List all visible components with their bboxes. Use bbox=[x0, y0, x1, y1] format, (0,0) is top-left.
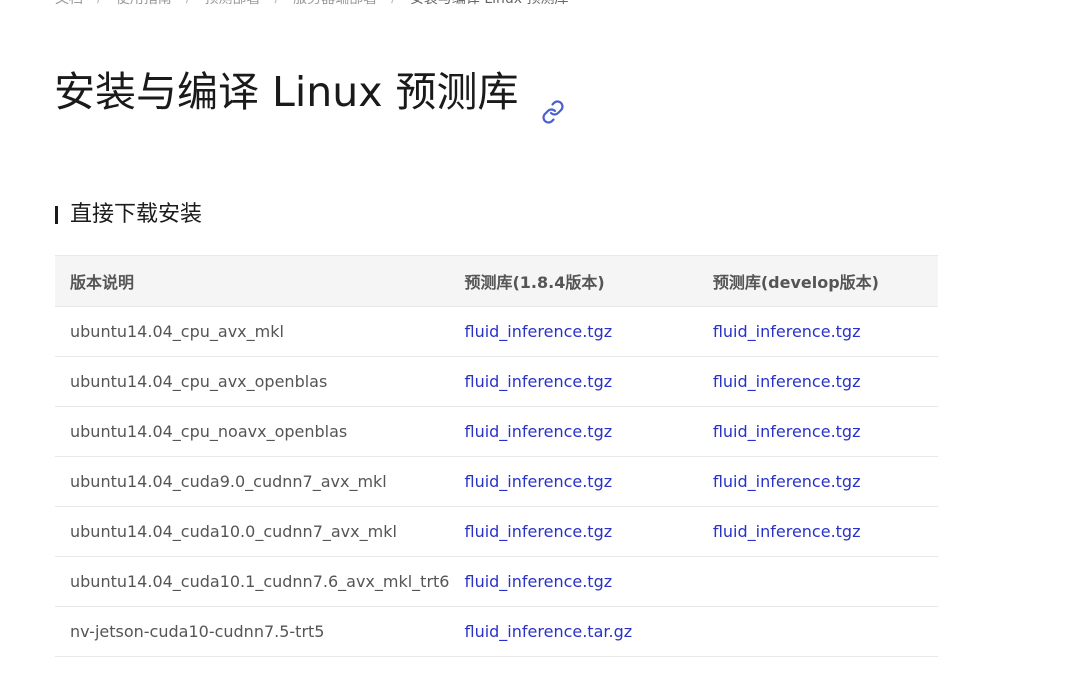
develop-download-link[interactable]: fluid_inference.tgz bbox=[713, 522, 861, 541]
stable-download-cell: fluid_inference.tgz bbox=[449, 406, 698, 457]
breadcrumb-item-guide[interactable]: 使用指南 bbox=[116, 0, 172, 8]
doc-page: 文档 / 使用指南 / 预测部署 / 服务器端部署 / 安装与编译 Linux … bbox=[0, 0, 1084, 691]
table-row: ubuntu14.04_cuda10.1_cudnn7.6_avx_mkl_tr… bbox=[55, 556, 938, 607]
column-header-develop: 预测库(develop版本) bbox=[697, 255, 938, 307]
page-title: 安装与编译 Linux 预测库 bbox=[54, 62, 565, 124]
stable-download-cell: fluid_inference.tgz bbox=[449, 506, 698, 557]
breadcrumb-item-inference-deploy[interactable]: 预测部署 bbox=[204, 0, 260, 8]
version-cell: ubuntu14.04_cuda10.1_cudnn7.6_avx_mkl_tr… bbox=[55, 556, 450, 607]
develop-download-cell bbox=[697, 606, 938, 657]
stable-download-link[interactable]: fluid_inference.tgz bbox=[464, 522, 612, 541]
column-header-stable: 预测库(1.8.4版本) bbox=[449, 255, 698, 307]
table-row: ubuntu14.04_cuda9.0_cudnn7_avx_mkl fluid… bbox=[55, 456, 938, 507]
version-cell: nv-jetson-cuda10-cudnn7.5-trt5 bbox=[55, 606, 450, 657]
develop-download-link[interactable]: fluid_inference.tgz bbox=[713, 322, 861, 341]
version-cell: ubuntu14.04_cpu_noavx_openblas bbox=[55, 406, 450, 457]
stable-download-cell: fluid_inference.tgz bbox=[449, 556, 698, 607]
version-cell: ubuntu14.04_cuda10.0_cudnn7_avx_mkl bbox=[55, 506, 450, 557]
stable-download-link[interactable]: fluid_inference.tar.gz bbox=[464, 622, 632, 641]
page-title-text: 安装与编译 Linux 预测库 bbox=[54, 68, 519, 116]
develop-download-link[interactable]: fluid_inference.tgz bbox=[713, 472, 861, 491]
breadcrumb-separator: / bbox=[391, 0, 396, 6]
link-icon[interactable] bbox=[541, 80, 565, 124]
breadcrumb-item-current: 安装与编译 Linux 预测库 bbox=[410, 0, 569, 8]
version-cell: ubuntu14.04_cpu_avx_mkl bbox=[55, 306, 450, 357]
stable-download-cell: fluid_inference.tar.gz bbox=[449, 606, 698, 657]
table-row: ubuntu14.04_cpu_noavx_openblas fluid_inf… bbox=[55, 406, 938, 457]
table-row: ubuntu14.04_cuda10.0_cudnn7_avx_mkl flui… bbox=[55, 506, 938, 557]
breadcrumb-separator: / bbox=[186, 0, 191, 6]
breadcrumb-separator: / bbox=[274, 0, 279, 6]
breadcrumb-item-docs[interactable]: 文档 bbox=[55, 0, 83, 8]
stable-download-link[interactable]: fluid_inference.tgz bbox=[464, 472, 612, 491]
develop-download-cell: fluid_inference.tgz bbox=[697, 356, 938, 407]
column-header-version: 版本说明 bbox=[55, 255, 450, 307]
table-row: ubuntu14.04_cpu_avx_openblas fluid_infer… bbox=[55, 356, 938, 407]
table-row: ubuntu14.04_cpu_avx_mkl fluid_inference.… bbox=[55, 306, 938, 357]
develop-download-cell: fluid_inference.tgz bbox=[697, 506, 938, 557]
breadcrumb-separator: / bbox=[97, 0, 102, 6]
develop-download-cell: fluid_inference.tgz bbox=[697, 456, 938, 507]
develop-download-link[interactable]: fluid_inference.tgz bbox=[713, 422, 861, 441]
stable-download-link[interactable]: fluid_inference.tgz bbox=[464, 372, 612, 391]
stable-download-link[interactable]: fluid_inference.tgz bbox=[464, 572, 612, 591]
section-heading-bar bbox=[55, 206, 58, 224]
stable-download-link[interactable]: fluid_inference.tgz bbox=[464, 322, 612, 341]
table-header-row: 版本说明 预测库(1.8.4版本) 预测库(develop版本) bbox=[55, 255, 938, 307]
version-cell: ubuntu14.04_cpu_avx_openblas bbox=[55, 356, 450, 407]
stable-download-link[interactable]: fluid_inference.tgz bbox=[464, 422, 612, 441]
develop-download-cell: fluid_inference.tgz bbox=[697, 406, 938, 457]
develop-download-link[interactable]: fluid_inference.tgz bbox=[713, 372, 861, 391]
section-heading-text: 直接下载安装 bbox=[70, 202, 203, 227]
table-row: nv-jetson-cuda10-cudnn7.5-trt5 fluid_inf… bbox=[55, 606, 938, 657]
breadcrumb: 文档 / 使用指南 / 预测部署 / 服务器端部署 / 安装与编译 Linux … bbox=[55, 0, 569, 8]
stable-download-cell: fluid_inference.tgz bbox=[449, 356, 698, 407]
breadcrumb-item-server-deploy[interactable]: 服务器端部署 bbox=[293, 0, 377, 8]
develop-download-cell: fluid_inference.tgz bbox=[697, 306, 938, 357]
section-heading: 直接下载安装 bbox=[55, 200, 202, 230]
stable-download-cell: fluid_inference.tgz bbox=[449, 306, 698, 357]
downloads-table: 版本说明 预测库(1.8.4版本) 预测库(develop版本) ubuntu1… bbox=[55, 255, 938, 657]
version-cell: ubuntu14.04_cuda9.0_cudnn7_avx_mkl bbox=[55, 456, 450, 507]
develop-download-cell bbox=[697, 556, 938, 607]
stable-download-cell: fluid_inference.tgz bbox=[449, 456, 698, 507]
